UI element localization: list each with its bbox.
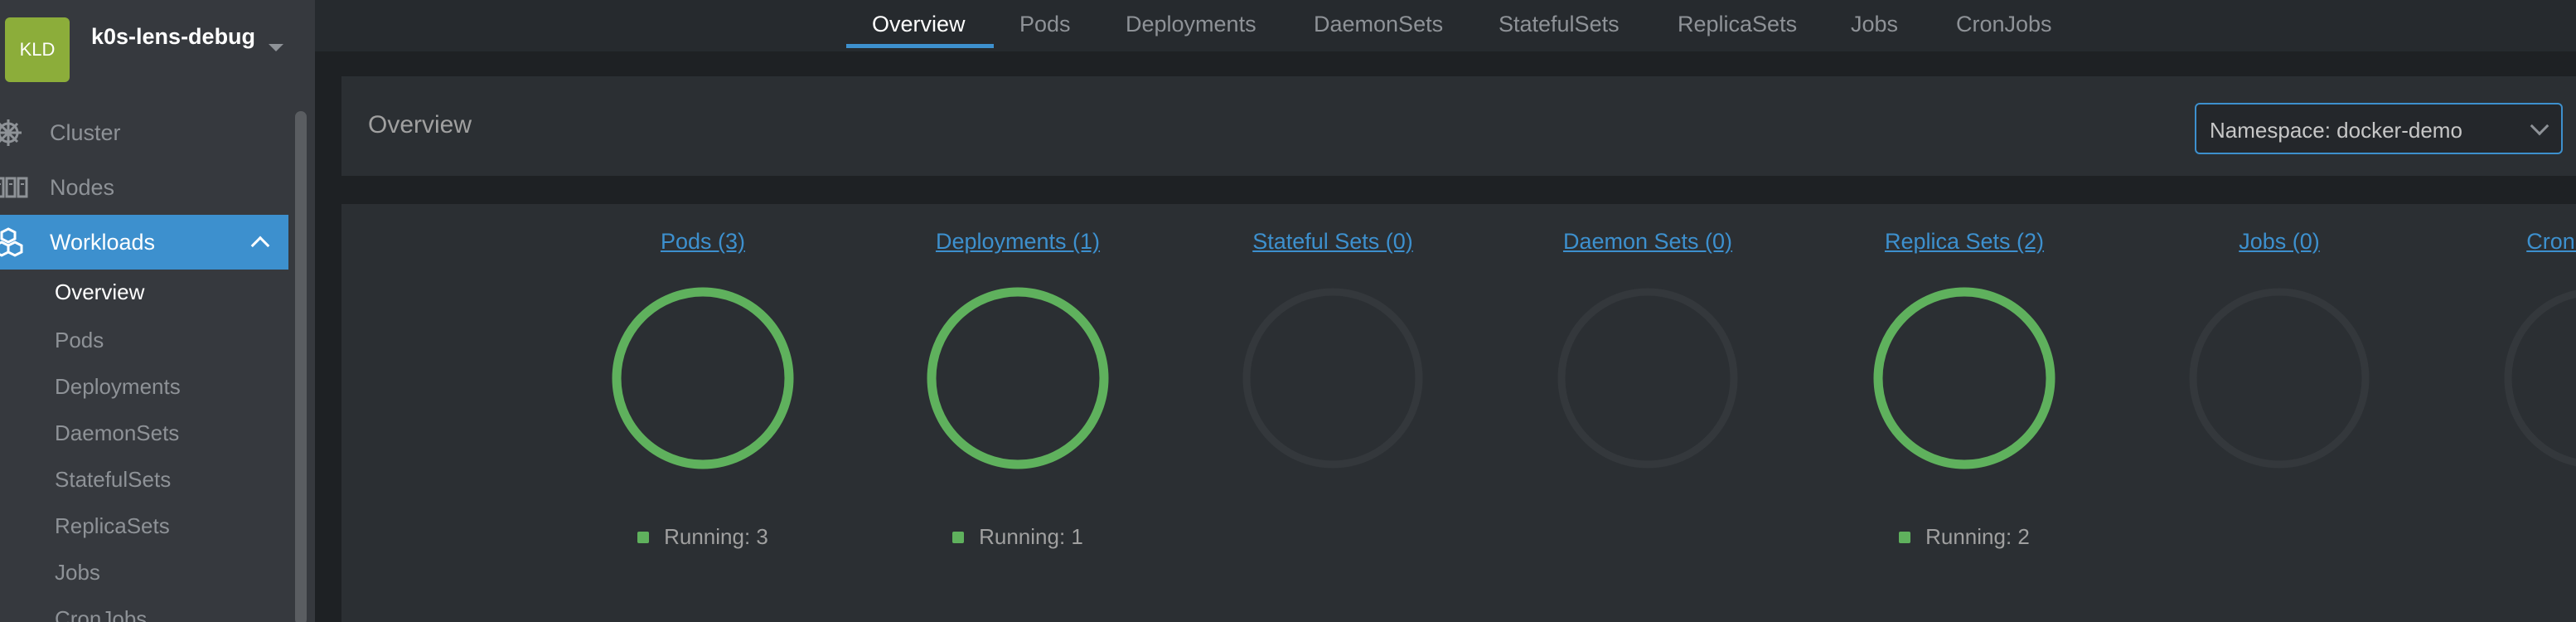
tab-cronjobs[interactable]: CronJobs — [1956, 0, 2052, 48]
workload-title-link[interactable]: Cron Jobs (0) — [2437, 229, 2576, 255]
legend-label: Running: 3 — [664, 524, 768, 549]
running-status-dot — [952, 531, 965, 543]
workload-title-link[interactable]: Replica Sets (2) — [1807, 229, 2122, 255]
workload-card-stateful-sets: Stateful Sets (0) — [1175, 204, 1490, 622]
sidebar-scrollbar[interactable] — [295, 111, 307, 622]
sidebar-subitem-jobs[interactable]: Jobs — [55, 556, 100, 589]
status-legend: Running: 2 — [1807, 524, 2122, 550]
status-ring — [2504, 289, 2576, 467]
nodes-icon — [0, 177, 28, 198]
tab-bar — [315, 0, 2576, 51]
legend-label: Running: 1 — [979, 524, 1083, 549]
page-title: Overview — [368, 111, 472, 138]
sidebar-subitem-pods[interactable]: Pods — [55, 323, 104, 357]
tab-pods[interactable]: Pods — [1019, 0, 1071, 48]
cluster-name[interactable]: k0s-lens-debug — [91, 23, 257, 51]
sidebar-subitem-overview[interactable]: Overview — [55, 275, 144, 309]
chevron-down-icon[interactable] — [269, 44, 283, 51]
workload-title-link[interactable]: Jobs (0) — [2122, 229, 2437, 255]
sidebar: KLD k0s-lens-debug Cluster Nodes Workloa… — [0, 0, 315, 622]
workload-card-pods: Pods (3) Running: 3 — [545, 204, 860, 622]
workload-card-deployments: Deployments (1) Running: 1 — [860, 204, 1175, 622]
sidebar-item-label: Nodes — [50, 174, 115, 200]
sidebar-subitem-daemonsets[interactable]: DaemonSets — [55, 416, 179, 449]
workload-title-link[interactable]: Deployments (1) — [860, 229, 1175, 255]
overview-header: Overview Namespace: docker-demo — [341, 76, 2576, 176]
status-ring — [1242, 288, 1423, 469]
workload-title-link[interactable]: Daemon Sets (0) — [1490, 229, 1805, 255]
workloads-overview: Pods (3) Running: 3 Deployments (1) Runn… — [341, 204, 2576, 622]
workload-title-link[interactable]: Pods (3) — [545, 229, 860, 255]
status-ring — [1557, 288, 1738, 469]
sidebar-item-workloads[interactable]: Workloads — [0, 215, 288, 270]
tab-statefulsets[interactable]: StatefulSets — [1499, 0, 1620, 48]
sidebar-item-cluster[interactable]: Cluster — [0, 105, 288, 160]
sidebar-item-nodes[interactable]: Nodes — [0, 160, 288, 215]
tab-daemonsets[interactable]: DaemonSets — [1314, 0, 1443, 48]
tab-overview[interactable]: Overview — [872, 0, 966, 48]
running-status-dot — [637, 531, 650, 543]
sidebar-subitem-statefulsets[interactable]: StatefulSets — [55, 463, 171, 496]
workload-card-daemon-sets: Daemon Sets (0) — [1490, 204, 1805, 622]
helm-wheel-icon — [0, 119, 22, 146]
status-legend: Running: 1 — [860, 524, 1175, 550]
status-ring — [612, 287, 794, 469]
sidebar-subitem-deployments[interactable]: Deployments — [55, 370, 181, 403]
workloads-icon — [0, 227, 23, 257]
status-legend: Running: 3 — [545, 524, 860, 550]
tab-deployments[interactable]: Deployments — [1126, 0, 1257, 48]
status-ring — [1873, 287, 2055, 469]
chevron-down-icon[interactable] — [2530, 116, 2549, 136]
workload-title-link[interactable]: Stateful Sets (0) — [1175, 229, 1490, 255]
cluster-header[interactable]: KLD k0s-lens-debug — [0, 0, 315, 101]
cluster-avatar[interactable]: KLD — [5, 17, 70, 82]
running-status-dot — [1899, 531, 1911, 543]
legend-label: Running: 2 — [1925, 524, 2030, 549]
chevron-up-icon[interactable] — [250, 236, 270, 255]
namespace-select[interactable]: Namespace: docker-demo — [2195, 103, 2563, 154]
sidebar-item-label: Workloads — [50, 229, 156, 255]
status-ring — [2189, 288, 2370, 469]
app-window: KLD k0s-lens-debug Cluster Nodes Workloa… — [0, 0, 2576, 622]
workload-card-cron-jobs: Cron Jobs (0) — [2437, 204, 2576, 622]
workload-card-jobs: Jobs (0) — [2122, 204, 2437, 622]
tab-replicasets[interactable]: ReplicaSets — [1678, 0, 1797, 48]
sidebar-item-label: Cluster — [50, 119, 121, 145]
status-ring — [927, 287, 1109, 469]
workload-card-replica-sets: Replica Sets (2) Running: 2 — [1807, 204, 2122, 622]
tab-jobs[interactable]: Jobs — [1851, 0, 1898, 48]
sidebar-subitem-cronjobs[interactable]: CronJobs — [55, 602, 147, 622]
sidebar-subitem-replicasets[interactable]: ReplicaSets — [55, 509, 170, 542]
namespace-select-value: Namespace: docker-demo — [2210, 118, 2462, 143]
active-tab-indicator — [846, 44, 994, 48]
